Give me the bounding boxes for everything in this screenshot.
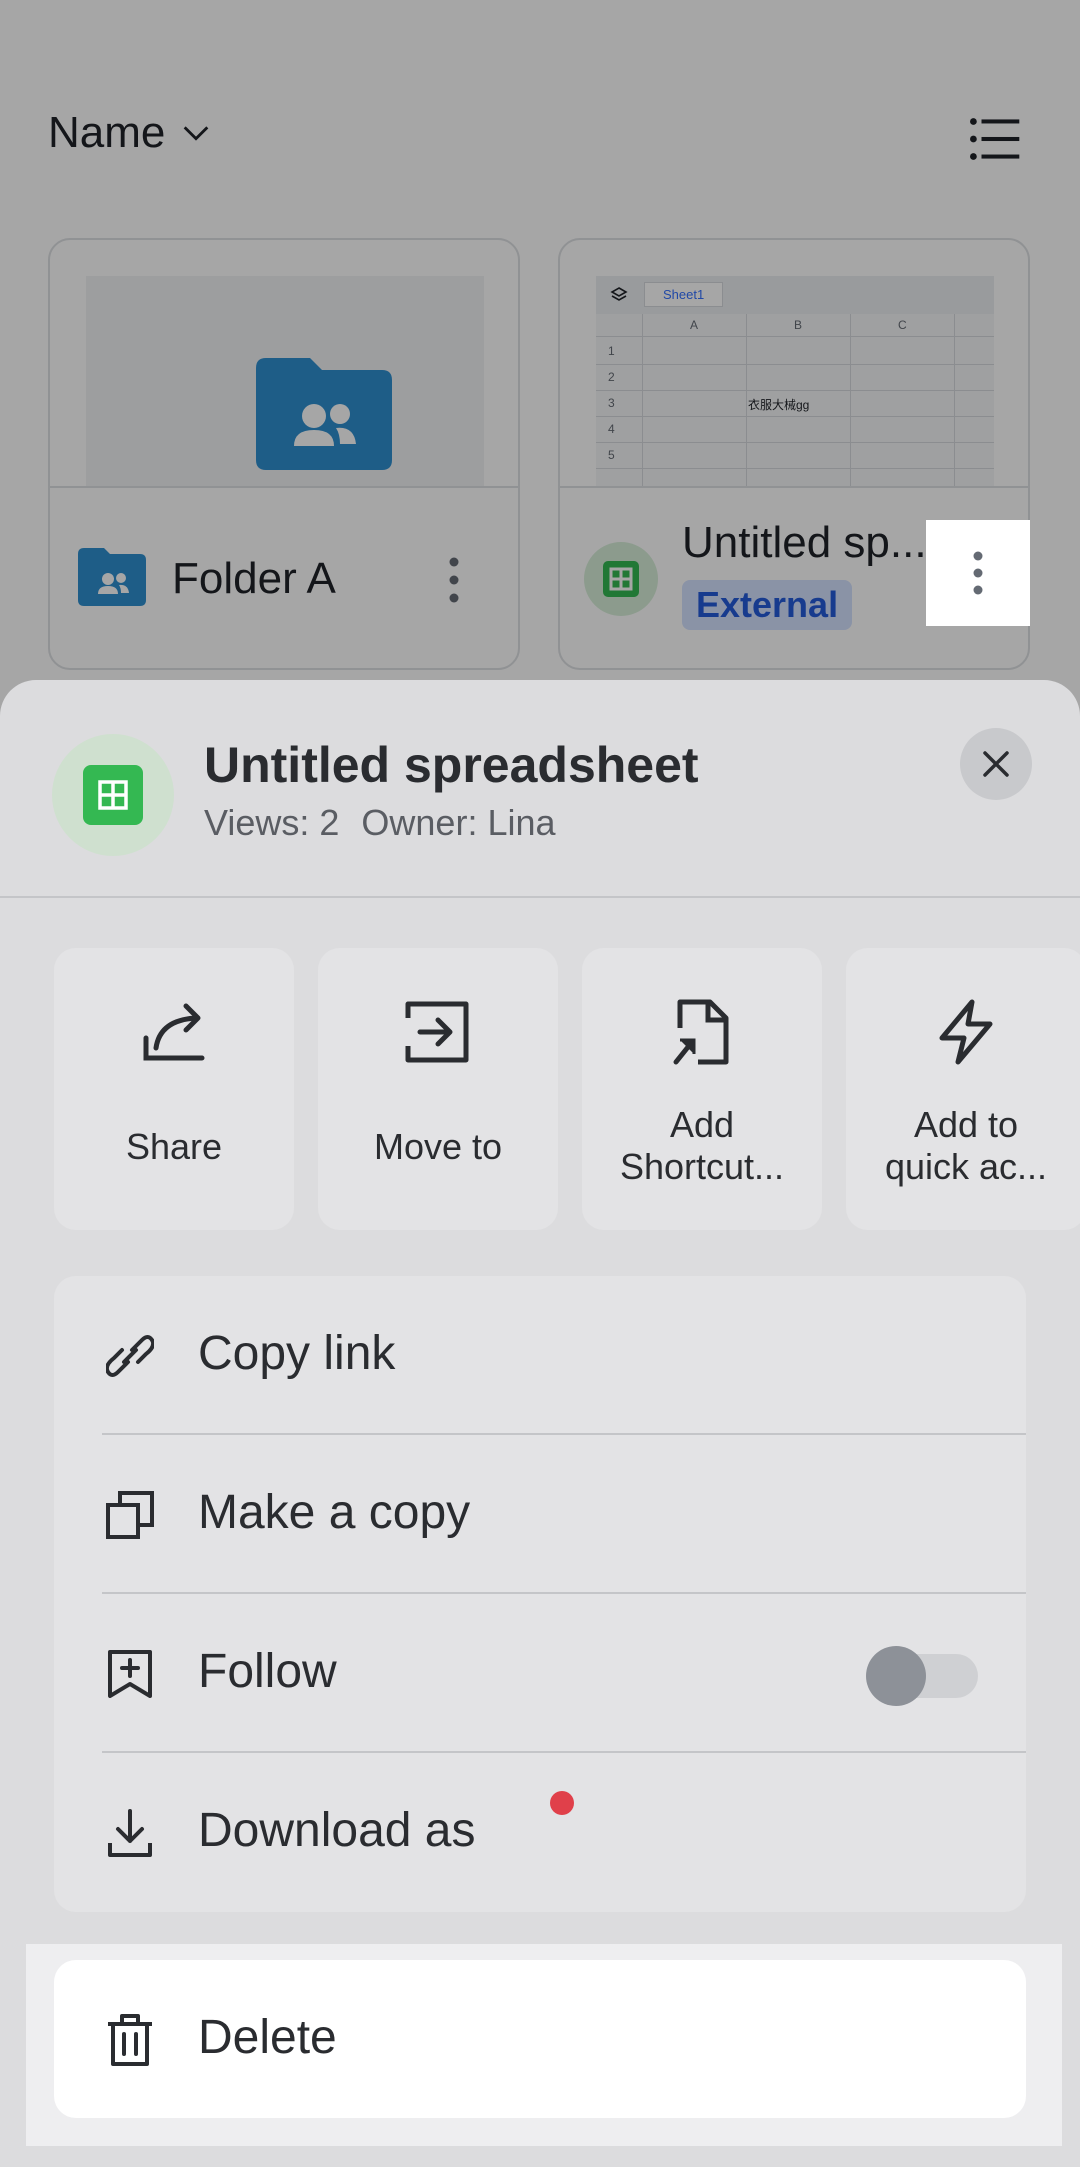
make-a-copy-item[interactable]: Make a copy (54, 1435, 1026, 1594)
sheet-title: Untitled spreadsheet (204, 737, 699, 793)
more-options-icon (973, 551, 983, 595)
delete-label: Delete (198, 2011, 337, 2064)
file-actions-sheet: Untitled spreadsheet Views: 2 Owner: Lina… (0, 680, 1080, 2167)
action-label: Add Shortcut... (619, 1104, 785, 1187)
menu-label: Make a copy (198, 1486, 471, 1539)
move-to-icon (405, 1001, 469, 1063)
menu-label: Download as (198, 1804, 476, 1857)
file-meta: Views: 2 Owner: Lina (204, 802, 556, 844)
copy-link-item[interactable]: Copy link (54, 1276, 1026, 1435)
add-shortcut-icon (673, 999, 729, 1065)
share-icon (143, 1003, 205, 1061)
close-icon (983, 751, 1009, 777)
quick-actions-row[interactable]: Share Move to Add Shortcut... Add to qui… (54, 948, 1080, 1230)
download-icon (108, 1809, 152, 1857)
action-label: Move to (373, 1126, 503, 1167)
delete-section: Delete (26, 1944, 1062, 2146)
share-button[interactable]: Share (54, 948, 294, 1230)
views-count: Views: 2 (204, 802, 340, 843)
action-label: Share (125, 1126, 223, 1167)
follow-item[interactable]: Follow (54, 1594, 1026, 1753)
file-options-menu: Copy link Make a copy Follow Download as (54, 1276, 1026, 1912)
menu-label: Follow (198, 1645, 337, 1698)
close-button[interactable] (960, 728, 1032, 800)
bookmark-plus-icon (108, 1650, 152, 1698)
toggle-knob (866, 1646, 926, 1706)
delete-button[interactable]: Delete (54, 1960, 1026, 2118)
spreadsheet-icon (52, 734, 174, 856)
move-to-button[interactable]: Move to (318, 948, 558, 1230)
add-to-quick-access-button[interactable]: Add to quick ac... (846, 948, 1080, 1230)
new-indicator-dot (550, 1791, 574, 1815)
follow-toggle[interactable] (866, 1646, 978, 1706)
action-label: Add to quick ac... (884, 1104, 1048, 1187)
download-as-item[interactable]: Download as (54, 1753, 1026, 1912)
link-icon (106, 1335, 154, 1377)
more-options-button-highlighted[interactable] (926, 520, 1030, 626)
lightning-icon (939, 999, 993, 1065)
copy-icon (106, 1491, 154, 1539)
trash-icon (108, 2014, 152, 2066)
add-shortcut-button[interactable]: Add Shortcut... (582, 948, 822, 1230)
menu-label: Copy link (198, 1327, 396, 1380)
owner-label: Owner: Lina (361, 802, 556, 843)
